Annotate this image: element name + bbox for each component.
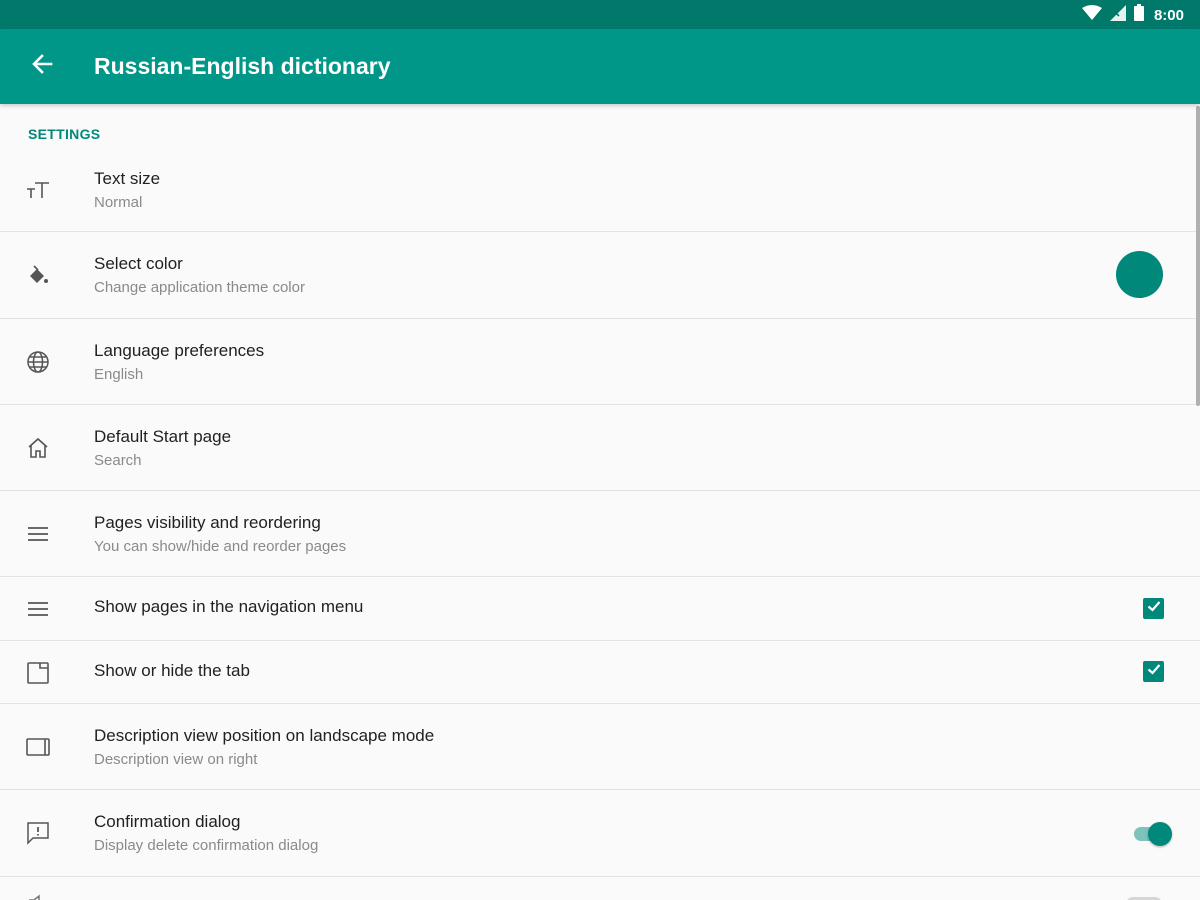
setting-summary: You can show/hide and reorder pages: [94, 538, 347, 555]
menu-icon: [24, 595, 52, 623]
setting-language-preferences[interactable]: Language preferences English: [0, 319, 1200, 405]
setting-text-size[interactable]: Text size Normal: [0, 160, 1200, 232]
setting-select-color[interactable]: Select color Change application theme co…: [0, 232, 1200, 319]
setting-pages-visibility[interactable]: Pages visibility and reordering You can …: [0, 491, 1200, 577]
switch-thumb: [1148, 822, 1172, 846]
theme-color-swatch[interactable]: [1116, 251, 1163, 298]
setting-title: Show or hide the tab: [94, 661, 250, 680]
setting-texts: Select color Change application theme co…: [94, 254, 305, 296]
battery-icon: [1133, 4, 1144, 26]
setting-texts: Show or hide the tab: [94, 661, 250, 681]
show-tab-checkbox[interactable]: [1143, 661, 1164, 682]
setting-texts: Default Start page Search: [94, 427, 231, 469]
setting-title: Language preferences: [94, 341, 265, 360]
arrow-back-icon: [31, 53, 53, 80]
setting-description-view-position[interactable]: Description view position on landscape m…: [0, 704, 1200, 790]
page-title: Russian-English dictionary: [94, 53, 391, 79]
setting-title: Pages visibility and reordering: [94, 513, 321, 532]
status-time: 8:00: [1153, 6, 1184, 24]
setting-summary: Change application theme color: [94, 279, 305, 296]
check-icon: [1146, 661, 1162, 682]
settings-list[interactable]: SETTINGS Text size Normal Select color C…: [0, 104, 1200, 900]
setting-show-pages-in-nav[interactable]: Show pages in the navigation menu: [0, 577, 1200, 641]
tab-icon: [24, 659, 52, 687]
setting-texts: Language preferences English: [94, 341, 264, 383]
setting-texts: Pages visibility and reordering You can …: [94, 513, 346, 555]
globe-icon: [24, 348, 52, 376]
confirmation-dialog-switch[interactable]: [1132, 820, 1172, 848]
setting-title: Text size: [94, 169, 161, 188]
setting-summary: English: [94, 366, 144, 383]
check-icon: [1146, 598, 1162, 619]
wifi-icon: [1081, 4, 1102, 26]
text-size-icon: [24, 176, 52, 204]
home-icon: [24, 434, 52, 462]
setting-summary: Description view on right: [94, 751, 258, 768]
status-icons: 8:00: [1081, 4, 1184, 26]
setting-title: Show pages in the navigation menu: [94, 597, 364, 616]
setting-summary: Normal: [94, 194, 143, 211]
setting-texts: Show pages in the navigation menu: [94, 597, 363, 617]
paint-bucket-icon: [24, 262, 52, 290]
setting-show-hide-tab[interactable]: Show or hide the tab: [0, 641, 1200, 704]
setting-title: Confirmation dialog: [94, 812, 241, 831]
setting-title: Select color: [94, 254, 183, 273]
setting-summary: Display delete confirmation dialog: [94, 837, 319, 854]
back-button[interactable]: [22, 46, 62, 86]
setting-title: Default Start page: [94, 427, 232, 446]
next-setting-icon: [26, 892, 50, 900]
setting-texts: Description view position on landscape m…: [94, 726, 434, 768]
setting-texts: Confirmation dialog Display delete confi…: [94, 812, 318, 854]
app-bar: Russian-English dictionary: [0, 29, 1200, 104]
show-pages-checkbox[interactable]: [1143, 598, 1164, 619]
status-bar: 8:00: [0, 0, 1200, 29]
section-header-settings: SETTINGS: [28, 126, 101, 142]
setting-texts: Text size Normal: [94, 169, 160, 211]
scrollbar[interactable]: [1196, 106, 1200, 406]
signal-icon: [1109, 4, 1126, 26]
tablet-landscape-icon: [24, 733, 52, 761]
setting-default-start-page[interactable]: Default Start page Search: [0, 405, 1200, 491]
setting-confirmation-dialog[interactable]: Confirmation dialog Display delete confi…: [0, 790, 1200, 877]
feedback-icon: [24, 819, 52, 847]
setting-title: Description view position on landscape m…: [94, 726, 435, 745]
setting-summary: Search: [94, 452, 142, 469]
menu-icon: [24, 520, 52, 548]
